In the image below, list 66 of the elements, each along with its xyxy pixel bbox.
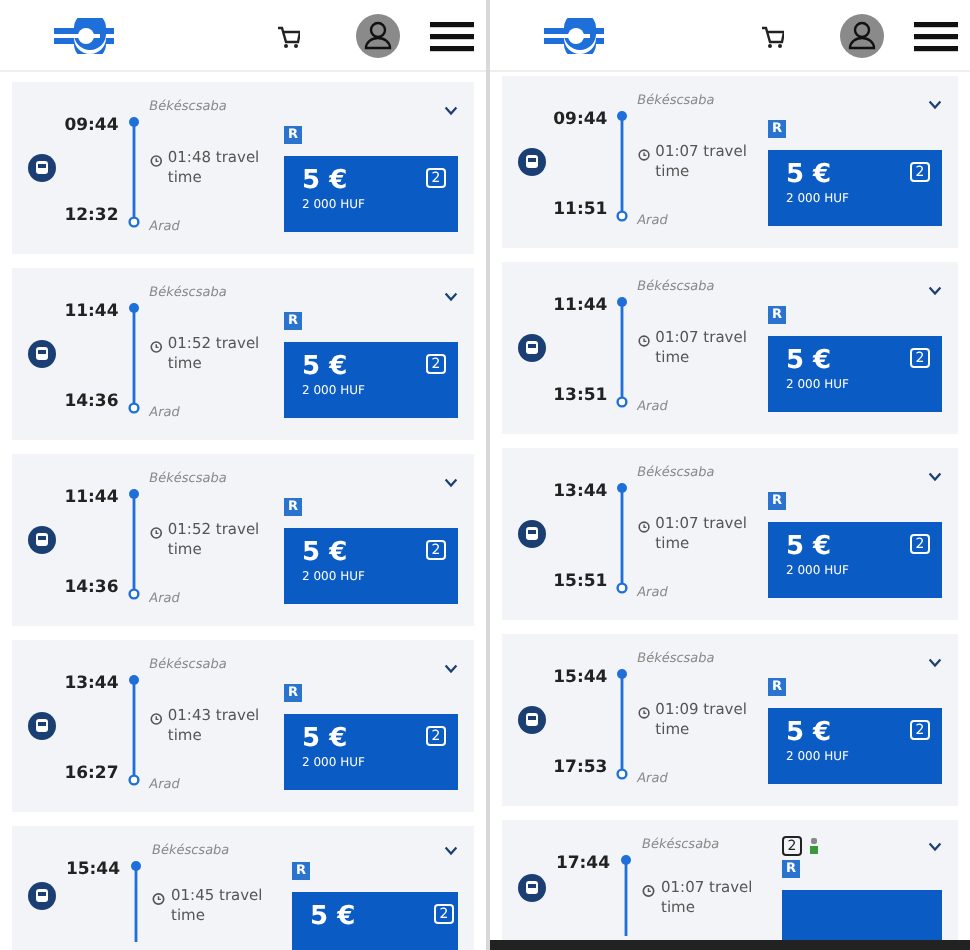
train-icon <box>518 520 546 548</box>
price: 5 € <box>785 348 834 377</box>
chevron-down-icon[interactable] <box>927 471 942 481</box>
chevron-down-icon[interactable] <box>928 841 942 851</box>
price: 5 € <box>302 168 350 197</box>
seat-icon <box>810 838 818 854</box>
train-icon <box>518 706 546 734</box>
price: 5 € <box>302 354 350 383</box>
menu-icon[interactable] <box>914 19 958 51</box>
departure-time: 11:44 <box>553 294 608 320</box>
arrival-time: 13:51 <box>553 384 608 410</box>
train-icon <box>518 334 546 362</box>
departure-time: 15:44 <box>553 666 608 692</box>
avatar-icon[interactable] <box>356 13 400 57</box>
departure-time: 13:44 <box>64 672 119 698</box>
train-icon <box>28 712 56 740</box>
arrival-time: 14:36 <box>64 390 119 416</box>
chevron-down-icon[interactable] <box>444 477 458 487</box>
clock-icon <box>637 519 650 534</box>
arrival-time: 17:53 <box>553 756 608 782</box>
chevron-down-icon[interactable] <box>444 663 458 673</box>
chevron-down-icon[interactable] <box>927 285 942 295</box>
avatar-icon[interactable] <box>840 13 884 57</box>
chevron-down-icon[interactable] <box>444 845 458 856</box>
departure-time: 09:44 <box>553 108 608 134</box>
cart-icon[interactable] <box>760 23 784 47</box>
clock-icon <box>637 333 650 348</box>
train-icon <box>28 340 56 368</box>
price: 5 € <box>785 534 834 563</box>
arrival-time: 16:27 <box>64 762 119 788</box>
train-icon <box>518 874 546 902</box>
logo-icon[interactable] <box>542 17 606 53</box>
cart-icon[interactable] <box>276 23 300 47</box>
price: 5 € <box>785 720 834 749</box>
departure-time: 11:44 <box>64 300 119 326</box>
departure-time: 15:44 <box>68 858 120 884</box>
departure-time: 17:44 <box>558 852 610 878</box>
departure-time: 09:44 <box>64 114 119 140</box>
departure-time: 11:44 <box>64 486 119 512</box>
price: 5 € <box>302 540 350 569</box>
train-icon <box>28 882 56 910</box>
chevron-down-icon[interactable] <box>444 291 458 301</box>
clock-icon <box>637 147 650 162</box>
arrival-time: 12:32 <box>64 204 119 230</box>
clock-icon <box>149 339 162 354</box>
clock-icon <box>637 705 650 720</box>
arrival-time: 15:51 <box>553 570 608 596</box>
price: 5 € <box>310 904 356 933</box>
train-icon <box>518 148 546 176</box>
chevron-down-icon[interactable] <box>927 99 942 109</box>
price: 5 € <box>785 162 834 191</box>
clock-icon <box>149 153 162 168</box>
chevron-down-icon[interactable] <box>444 105 458 115</box>
departure-time: 13:44 <box>553 480 608 506</box>
arrival-time: 11:51 <box>553 198 608 224</box>
arrival-time: 14:36 <box>64 576 119 602</box>
clock-icon <box>149 711 162 726</box>
menu-icon[interactable] <box>430 19 474 51</box>
price: 5 € <box>302 726 350 755</box>
chevron-down-icon[interactable] <box>927 657 942 667</box>
clock-icon <box>149 525 162 540</box>
logo-icon[interactable] <box>52 17 116 53</box>
train-icon <box>28 154 56 182</box>
clock-icon <box>642 883 655 898</box>
clock-icon <box>152 891 165 906</box>
train-icon <box>28 526 56 554</box>
